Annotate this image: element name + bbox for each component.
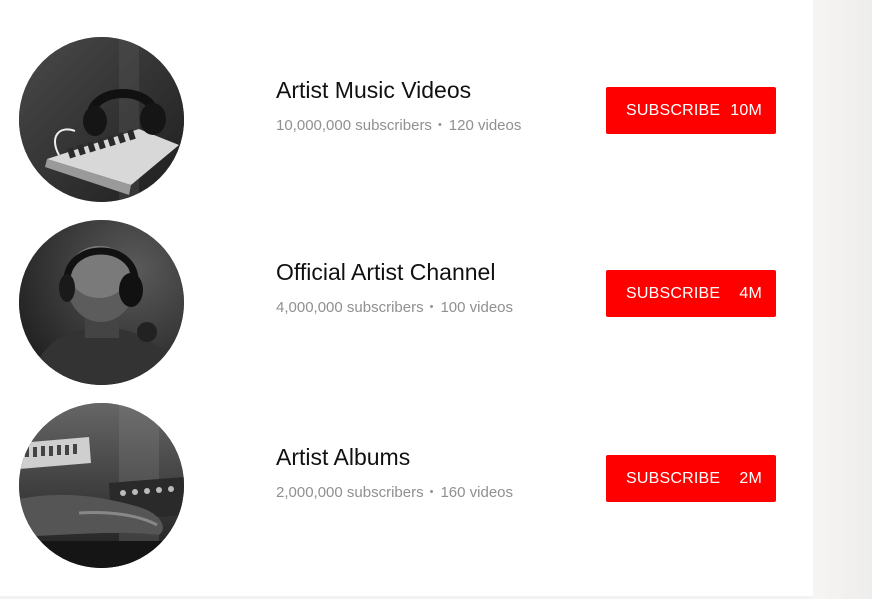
person-with-headphones-photo-icon [19, 220, 184, 385]
channel-name[interactable]: Artist Music Videos [276, 77, 471, 104]
channel-avatar[interactable] [19, 37, 184, 202]
channel-avatar[interactable] [19, 220, 184, 385]
channel-meta: 10,000,000 subscribers • 120 videos [276, 117, 521, 134]
channel-list-panel: Artist Music Videos 10,000,000 subscribe… [0, 0, 813, 596]
subscribe-count: 10M [730, 101, 762, 119]
subscribe-button[interactable]: SUBSCRIBE 2M [606, 455, 776, 502]
subscribe-label: SUBSCRIBE [626, 284, 721, 302]
subscribe-label: SUBSCRIBE [626, 469, 721, 487]
channel-name[interactable]: Artist Albums [276, 444, 410, 471]
channel-meta: 4,000,000 subscribers • 100 videos [276, 299, 513, 316]
video-count: 120 videos [448, 117, 522, 134]
background-edge [813, 0, 872, 599]
channel-meta: 2,000,000 subscribers • 160 videos [276, 484, 513, 501]
channel-name[interactable]: Official Artist Channel [276, 259, 495, 286]
subscribe-label: SUBSCRIBE [626, 101, 721, 119]
video-count: 160 videos [440, 484, 514, 501]
separator-dot: • [429, 301, 434, 313]
channel-row-artist-albums: Artist Albums 2,000,000 subscribers • 160 … [0, 402, 813, 572]
channel-row-official-artist-channel: Official Artist Channel 4,000,000 subscr… [0, 218, 813, 388]
subscribe-count: 4M [739, 284, 762, 302]
subscriber-count: 2,000,000 subscribers [276, 484, 424, 501]
subscribe-button[interactable]: SUBSCRIBE 4M [606, 270, 776, 317]
video-count: 100 videos [440, 299, 514, 316]
subscriber-count: 4,000,000 subscribers [276, 299, 424, 316]
hands-on-keyboard-photo-icon [19, 403, 184, 568]
subscribe-count: 2M [739, 469, 762, 487]
subscriber-count: 10,000,000 subscribers [276, 117, 432, 134]
separator-dot: • [429, 486, 434, 498]
channel-row-artist-music-videos: Artist Music Videos 10,000,000 subscribe… [0, 36, 813, 206]
channel-avatar[interactable] [19, 403, 184, 568]
headphones-synth-photo-icon [19, 37, 184, 202]
subscribe-button[interactable]: SUBSCRIBE 10M [606, 87, 776, 134]
separator-dot: • [437, 119, 442, 131]
